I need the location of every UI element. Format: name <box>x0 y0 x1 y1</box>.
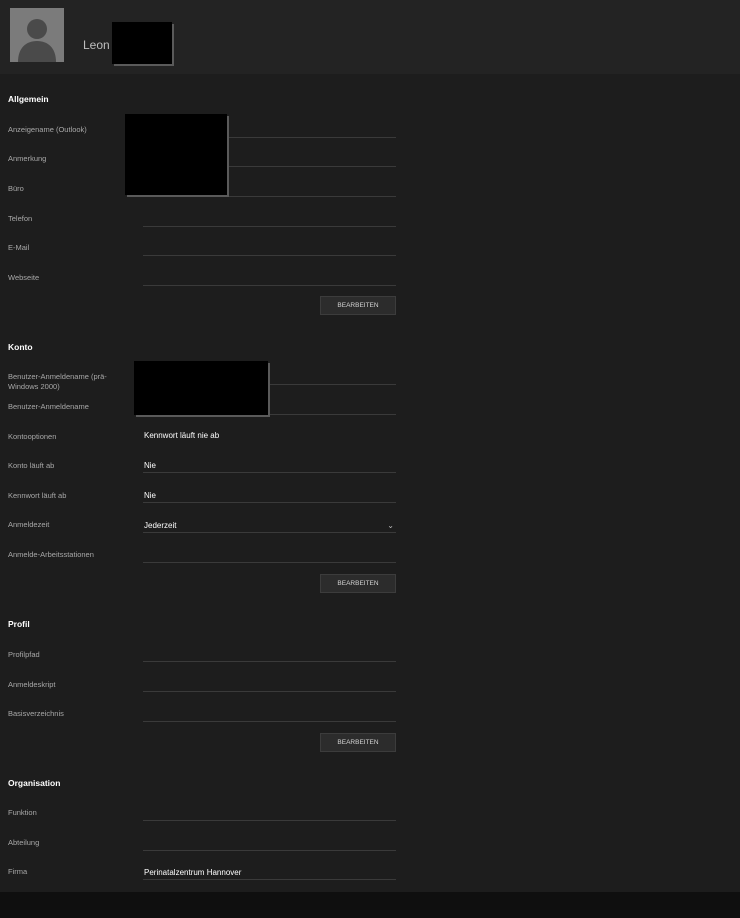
label-firma: Firma <box>8 867 28 876</box>
section-title-profil: Profil <box>8 619 30 629</box>
label-buero: Büro <box>8 184 24 193</box>
bottom-bar <box>0 892 740 918</box>
bearbeiten-button-konto[interactable]: BEARBEITEN <box>320 574 396 593</box>
label-abteilung: Abteilung <box>8 838 40 847</box>
field-basisverzeichnis[interactable] <box>143 707 396 722</box>
label-email: E-Mail <box>8 243 30 252</box>
label-konto-laeuft-ab: Konto läuft ab <box>8 461 55 470</box>
select-anmeldezeit[interactable]: Jederzeit ⌄ <box>143 518 396 533</box>
section-title-konto: Konto <box>8 342 33 352</box>
user-name: Leon <box>83 38 110 52</box>
field-telefon[interactable] <box>143 212 396 227</box>
field-funktion[interactable] <box>143 806 396 821</box>
chevron-down-icon: ⌄ <box>387 521 394 530</box>
section-title-organisation: Organisation <box>8 778 61 788</box>
bearbeiten-button-profil[interactable]: BEARBEITEN <box>320 733 396 752</box>
label-anmeldezeit: Anmeldezeit <box>8 520 50 529</box>
label-kennwort-laeuft-ab: Kennwort läuft ab <box>8 491 67 500</box>
label-telefon: Telefon <box>8 214 33 223</box>
label-funktion: Funktion <box>8 808 37 817</box>
redaction-box <box>134 361 268 415</box>
field-anmeldeskript[interactable] <box>143 677 396 692</box>
field-webseite[interactable] <box>143 271 396 286</box>
avatar <box>10 8 64 62</box>
label-benutzer-anmeldename: Benutzer-Anmeldename <box>8 402 89 411</box>
label-kontooptionen: Kontooptionen <box>8 432 57 441</box>
field-kontooptionen[interactable]: Kennwort läuft nie ab <box>143 428 396 442</box>
user-header: Leon <box>0 0 740 75</box>
field-konto-laeuft-ab[interactable]: Nie <box>143 458 396 473</box>
field-firma[interactable]: Perinatalzentrum Hannover <box>143 865 396 880</box>
bearbeiten-button-allgemein[interactable]: BEARBEITEN <box>320 296 396 315</box>
label-anmelde-arbeitsstationen: Anmelde-Arbeitsstationen <box>8 550 94 559</box>
redaction-box <box>125 114 227 195</box>
redaction-box <box>112 22 172 64</box>
label-benutzer-anmeldename-pre2000: Benutzer-Anmeldename (prä-Windows 2000) <box>8 372 107 391</box>
label-basisverzeichnis: Basisverzeichnis <box>8 709 64 718</box>
user-silhouette-icon <box>10 8 64 62</box>
field-email[interactable] <box>143 241 396 256</box>
field-profilpfad[interactable] <box>143 647 396 662</box>
section-title-allgemein: Allgemein <box>8 94 49 104</box>
label-webseite: Webseite <box>8 273 40 282</box>
label-anmeldeskript: Anmeldeskript <box>8 680 56 689</box>
label-anzeigename: Anzeigename (Outlook) <box>8 125 87 134</box>
label-anmerkung: Anmerkung <box>8 154 47 163</box>
field-kennwort-laeuft-ab[interactable]: Nie <box>143 488 396 503</box>
field-anmelde-arbeitsstationen[interactable] <box>143 548 396 563</box>
label-profilpfad: Profilpfad <box>8 650 40 659</box>
field-abteilung[interactable] <box>143 836 396 851</box>
